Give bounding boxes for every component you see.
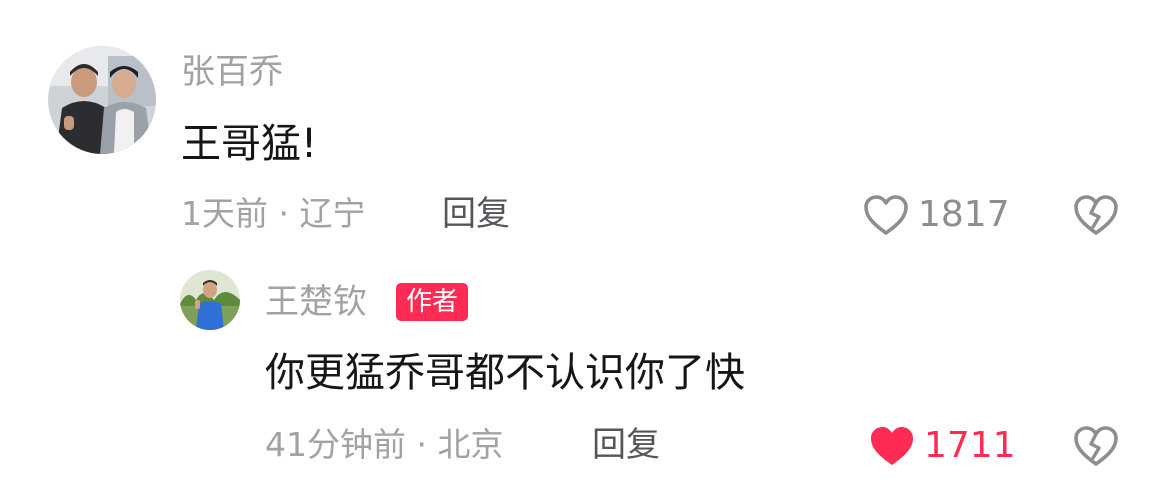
comment-text[interactable]: 王哥猛! xyxy=(181,120,317,168)
reply-author-name[interactable]: 王楚钦 xyxy=(265,282,367,322)
heart-outline-icon xyxy=(864,195,908,235)
comment-time-location: 1天前 · 辽宁 xyxy=(181,194,366,233)
reply-text[interactable]: 你更猛乔哥都不认识你了快 xyxy=(265,349,745,397)
reply-author-avatar[interactable] xyxy=(180,270,240,330)
reply-like-count: 1711 xyxy=(924,425,1016,466)
broken-heart-icon xyxy=(1074,195,1118,235)
author-badge: 作者 xyxy=(396,283,469,321)
reply-reply-button[interactable]: 回复 xyxy=(592,425,660,465)
reply-dislike-button[interactable] xyxy=(1072,424,1120,472)
heart-filled-icon xyxy=(871,427,913,465)
commenter-avatar[interactable] xyxy=(48,46,156,154)
broken-heart-icon xyxy=(1074,426,1118,466)
reply-like-button[interactable]: 1711 xyxy=(868,424,1016,468)
reply-author-avatar-photo xyxy=(180,270,240,330)
commenter-avatar-photo xyxy=(48,46,156,154)
comment-reply-button[interactable]: 回复 xyxy=(442,194,510,234)
comment-dislike-button[interactable] xyxy=(1072,193,1120,241)
comment-thread: 张百乔 王哥猛! 1天前 · 辽宁 回复 1817 王楚钦 作者 你更猛乔哥都不… xyxy=(0,0,1170,488)
reply-time-location: 41分钟前 · 北京 xyxy=(265,425,504,464)
comment-like-button[interactable]: 1817 xyxy=(862,193,1010,237)
comment-like-count: 1817 xyxy=(918,194,1010,235)
commenter-name[interactable]: 张百乔 xyxy=(181,52,283,92)
